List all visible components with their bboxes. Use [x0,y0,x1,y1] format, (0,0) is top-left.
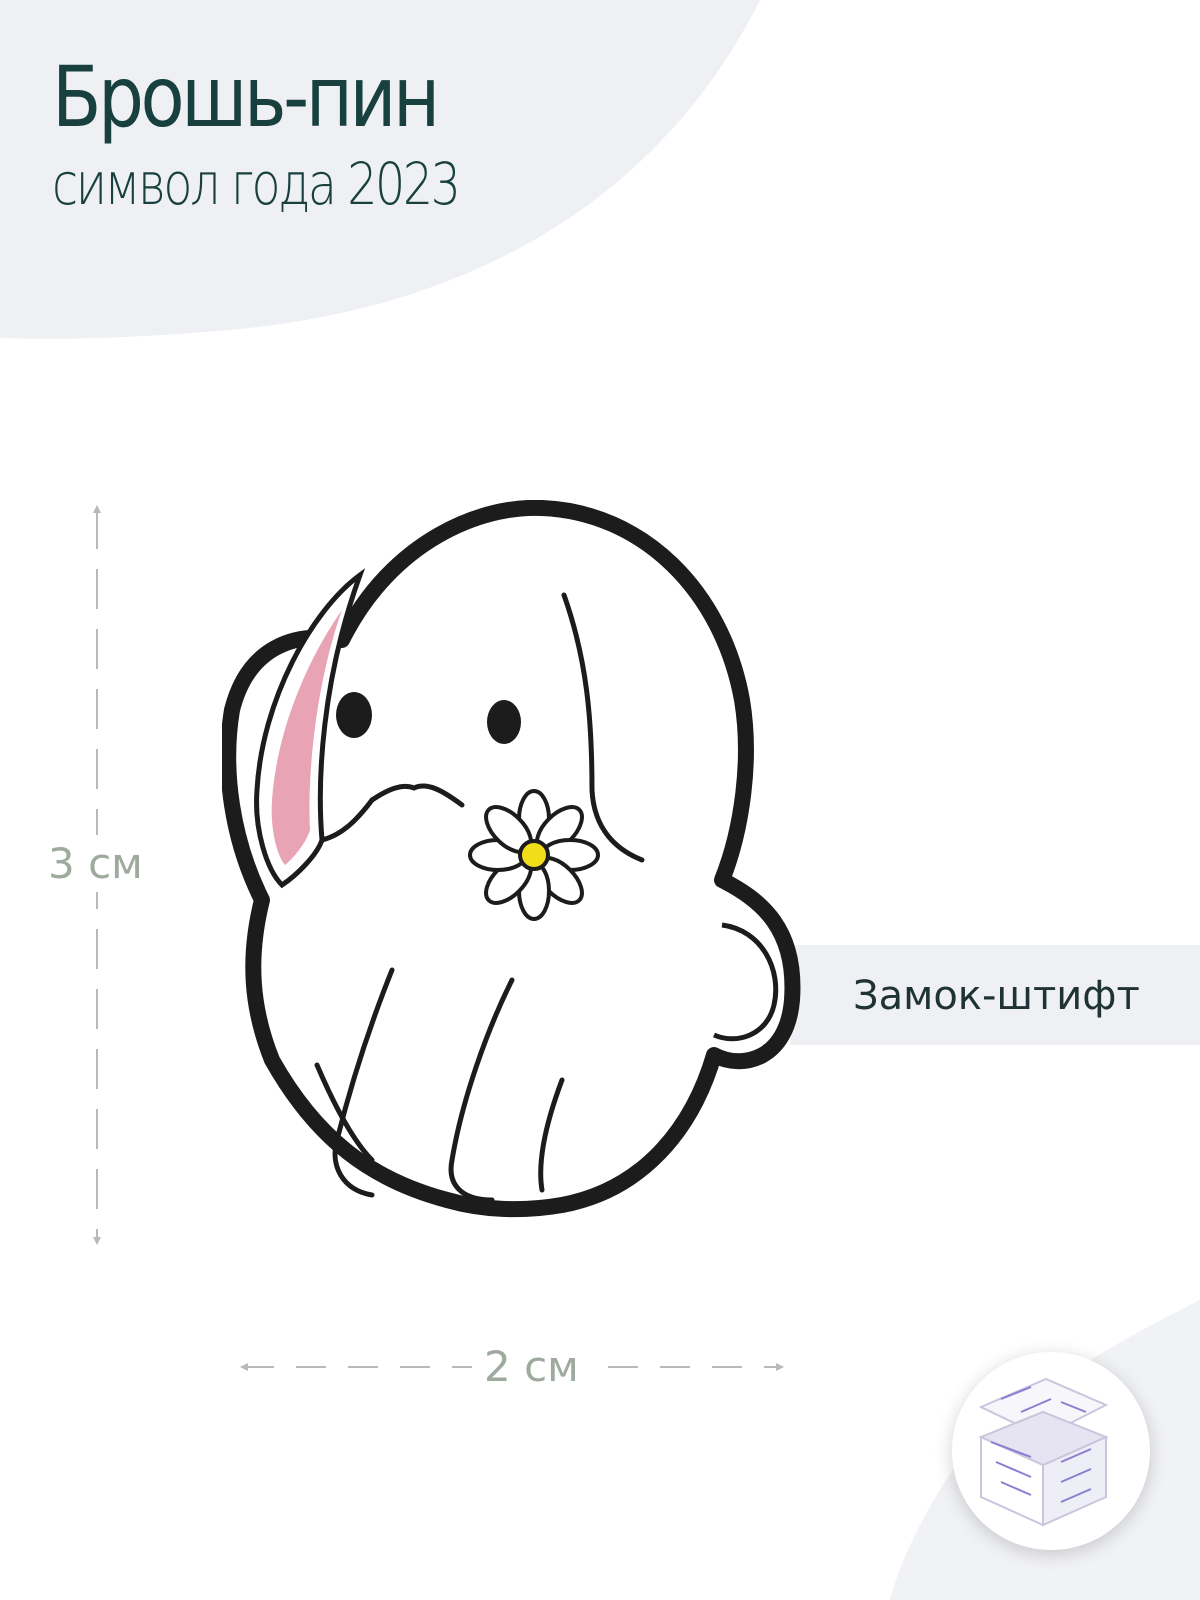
bunny-pin-icon [222,500,801,1218]
packaging-thumbnail [952,1352,1150,1550]
right-eye [487,700,521,744]
left-eye [336,692,372,738]
lock-feature-label: Замок-штифт [853,973,1140,1019]
gift-box-icon [978,1377,1109,1527]
header: Брошь-пин символ года 2023 [52,55,548,213]
page-title: Брошь-пин [52,48,440,146]
page-subtitle: символ года 2023 [52,150,461,218]
height-dimension-label: 3 см [48,835,143,892]
width-dimension-label: 2 см [472,1342,591,1391]
daisy-icon [468,789,600,921]
